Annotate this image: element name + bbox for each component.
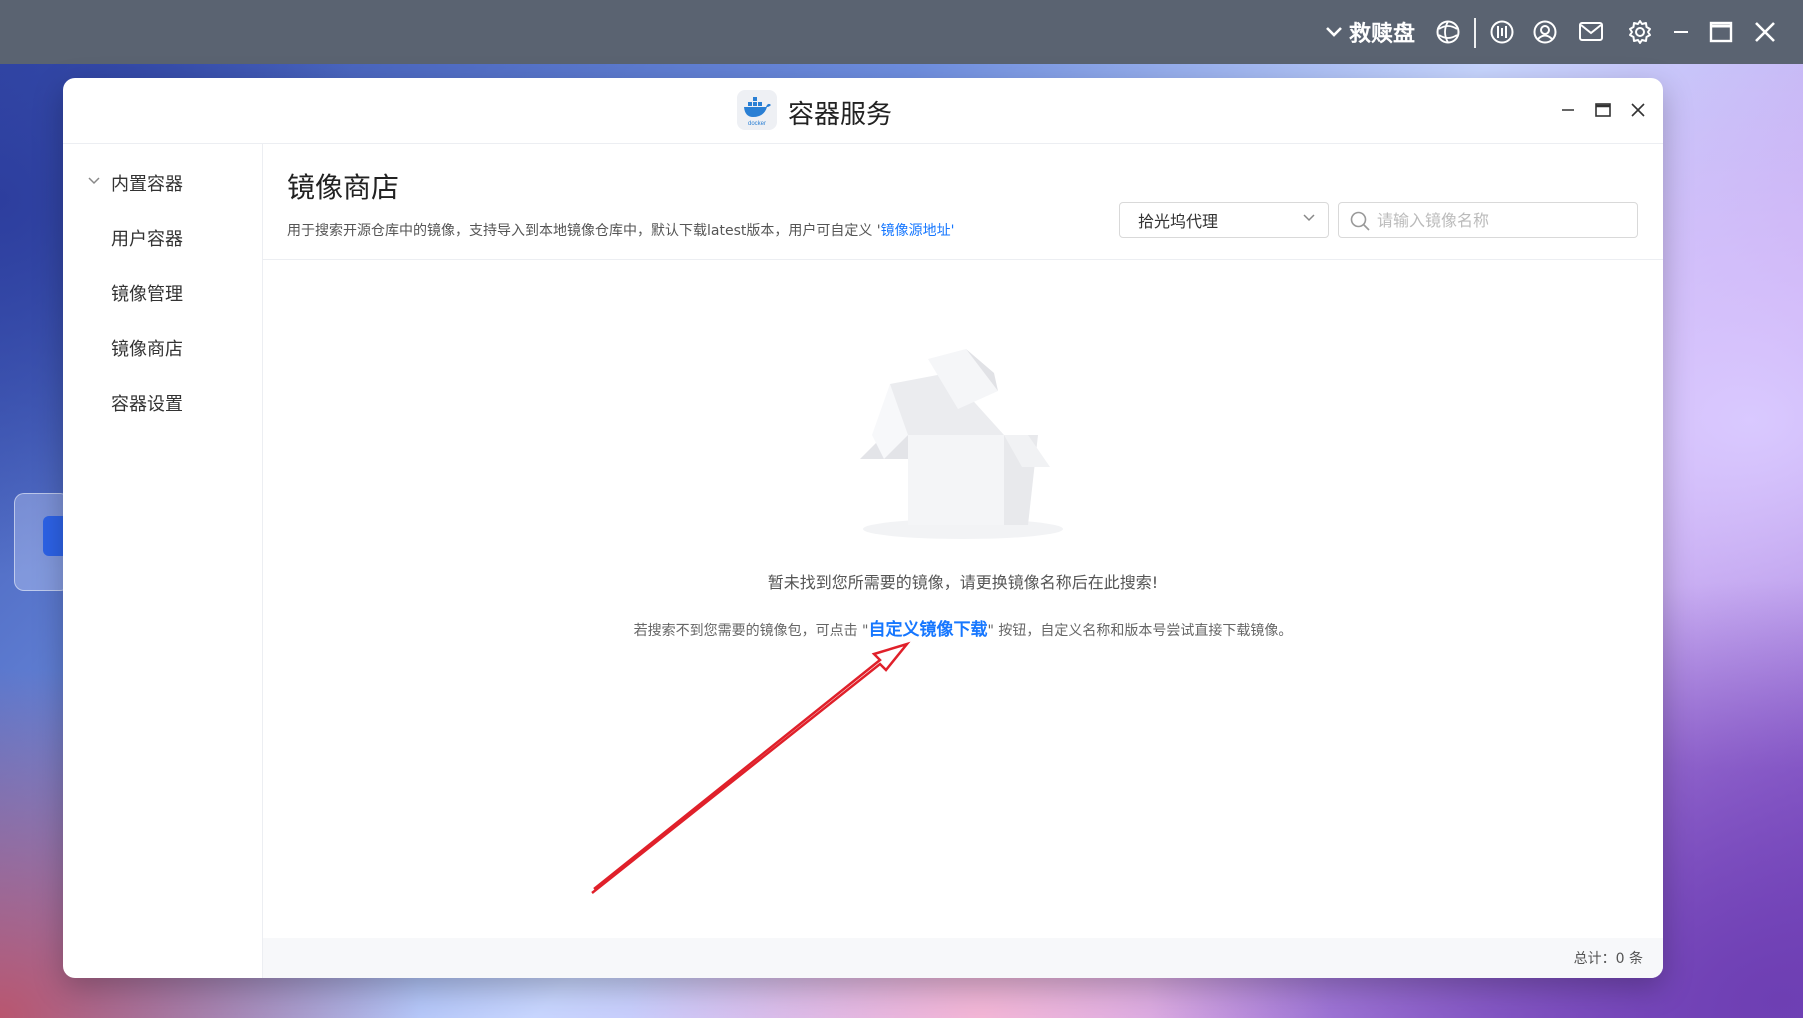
main-content: 镜像商店 用于搜索开源仓库中的镜像，支持导入到本地镜像仓库中，默认下载lates… [263,144,1663,978]
user-icon [1533,20,1557,44]
network-icon [1436,20,1460,44]
search-input[interactable] [1377,203,1627,237]
maximize-icon [1709,21,1733,43]
sidebar-item-image-store[interactable]: 镜像商店 [111,335,183,361]
top-bar: 救赎盘 [0,0,1803,64]
sidebar-item-user-containers[interactable]: 用户容器 [111,225,183,251]
hint-suffix: " 按钮，自定义名称和版本号尝试直接下载镜像。 [987,623,1293,639]
network-button[interactable] [1430,0,1466,64]
mail-icon [1579,22,1603,41]
window-maximize-button[interactable] [1589,96,1617,124]
proxy-select-value: 拾光坞代理 [1138,212,1219,231]
search-box[interactable] [1338,202,1638,238]
desktop-maximize-button[interactable] [1704,0,1738,64]
gear-icon [1629,20,1651,44]
window-titlebar: docker 容器服务 [63,78,1663,144]
close-icon [1755,22,1775,42]
app-window: docker 容器服务 内置容器 用户容器 镜像管理 镜像商店 容器设置 镜像商… [63,78,1663,978]
desktop-close-button[interactable] [1748,0,1782,64]
disk-switcher[interactable]: 救赎盘 [1325,0,1415,64]
chevron-down-icon [1326,27,1342,37]
activity-icon [1490,20,1514,44]
window-minimize-button[interactable] [1554,96,1582,124]
page-title: 镜像商店 [287,171,400,204]
custom-image-download-link[interactable]: 自定义镜像下载 [869,620,988,640]
sidebar-group-builtin[interactable]: 内置容器 [111,170,183,196]
total-count: 总计：0 条 [1573,951,1643,967]
header-divider [263,259,1663,260]
user-button[interactable] [1527,0,1563,64]
dock-app-tile[interactable] [14,493,70,591]
activity-button[interactable] [1484,0,1520,64]
search-icon [1350,211,1370,231]
window-title: 容器服务 [788,100,893,130]
empty-hint: 若搜索不到您需要的镜像包，可点击 "自定义镜像下载" 按钮，自定义名称和版本号尝… [263,615,1663,640]
disk-label: 救赎盘 [1349,22,1416,47]
footer-bar: 总计：0 条 [263,938,1663,978]
docker-icon: docker [737,90,777,130]
mail-button[interactable] [1573,0,1609,64]
sidebar-item-container-settings[interactable]: 容器设置 [111,390,183,416]
topbar-separator [1474,18,1476,48]
hint-prefix: 若搜索不到您需要的镜像包，可点击 " [633,623,869,639]
page-description: 用于搜索开源仓库中的镜像，支持导入到本地镜像仓库中，默认下载latest版本，用… [287,220,955,240]
desktop-minimize-button[interactable] [1666,0,1696,64]
sidebar: 内置容器 用户容器 镜像管理 镜像商店 容器设置 [63,144,263,978]
minimize-icon [1674,31,1688,33]
window-close-button[interactable] [1624,96,1652,124]
empty-box-illustration [860,349,1063,539]
mirror-source-link[interactable]: 镜像源地址 [881,223,951,239]
proxy-select[interactable]: 拾光坞代理 [1119,202,1329,238]
description-end: ' [950,223,955,239]
minimize-icon [1562,109,1574,111]
close-icon [1631,103,1645,117]
chevron-down-icon [1303,214,1315,222]
sidebar-item-image-management[interactable]: 镜像管理 [111,280,183,306]
svg-text:docker: docker [748,121,766,127]
maximize-icon [1595,103,1611,117]
settings-button[interactable] [1622,0,1658,64]
chevron-down-icon[interactable] [87,176,101,186]
description-text: 用于搜索开源仓库中的镜像，支持导入到本地镜像仓库中，默认下载latest版本，用… [287,223,881,239]
empty-message: 暂未找到您所需要的镜像，请更换镜像名称后在此搜索! [767,573,1159,592]
